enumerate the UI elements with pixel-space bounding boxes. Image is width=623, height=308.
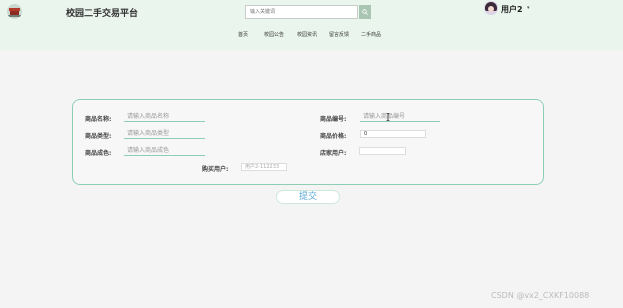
merchant-user-label: 店家用户: — [320, 150, 347, 157]
product-number-field[interactable]: 请输入商品编号 — [360, 113, 440, 122]
product-form-card — [72, 99, 544, 185]
top-header: 校园二手交易平台 用户2 ▾ 首页 校园公告 校园资讯 留言反馈 二手商品 — [0, 0, 623, 50]
chevron-down-icon[interactable]: ▾ — [527, 5, 530, 11]
product-condition-label: 商品成色: — [85, 150, 112, 157]
site-logo-icon — [7, 4, 22, 19]
buyer-user-field[interactable]: 用户2-112233 — [241, 163, 287, 171]
product-name-label: 商品名称: — [85, 116, 112, 123]
product-type-field[interactable]: 请输入商品类型 — [124, 130, 205, 139]
text-cursor-icon — [386, 113, 390, 121]
avatar[interactable] — [484, 1, 498, 15]
product-price-field[interactable]: 0 — [360, 130, 426, 138]
watermark: CSDN @vx2_CXKF10088 — [491, 291, 590, 300]
submit-button[interactable]: 提交 — [276, 190, 340, 204]
product-condition-field[interactable]: 请输入商品成色 — [124, 147, 205, 156]
search-button[interactable] — [359, 5, 371, 19]
buyer-user-label: 购买用户: — [202, 166, 229, 173]
site-title: 校园二手交易平台 — [66, 9, 139, 19]
product-name-field[interactable]: 请输入商品名称 — [124, 113, 205, 122]
product-number-label: 商品编号: — [320, 116, 347, 123]
nav-item-home[interactable]: 首页 — [238, 31, 248, 38]
product-price-label: 商品价格: — [320, 133, 347, 140]
merchant-user-field[interactable] — [359, 147, 406, 155]
nav-item-feedback[interactable]: 留言反馈 — [329, 31, 349, 38]
username[interactable]: 用户2 — [501, 4, 523, 15]
search-input[interactable] — [245, 5, 358, 19]
nav-item-secondhand[interactable]: 二手商品 — [361, 31, 381, 38]
search-icon — [362, 9, 368, 15]
nav-item-announcements[interactable]: 校园公告 — [264, 31, 284, 38]
product-type-label: 商品类型: — [85, 133, 112, 140]
nav-item-news[interactable]: 校园资讯 — [297, 31, 317, 38]
